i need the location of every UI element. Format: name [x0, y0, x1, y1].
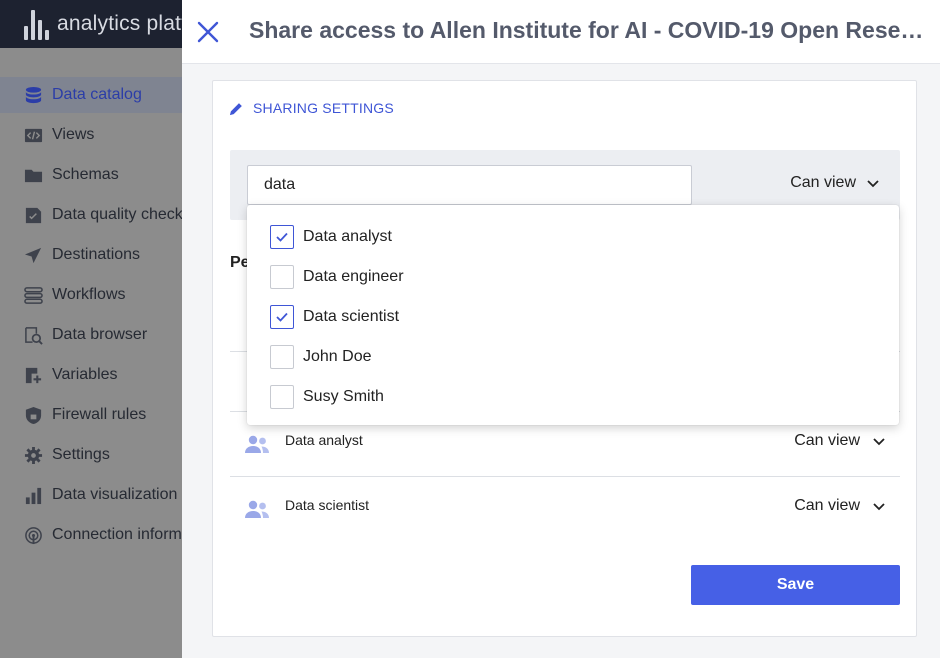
drawer-title: Share access to Allen Institute for AI -…	[249, 17, 934, 43]
app-logo[interactable]: analytics platf	[24, 6, 187, 42]
folder-icon	[24, 166, 43, 185]
logo-text: analytics platf	[57, 12, 188, 35]
sidebar-item-label: Data quality check	[52, 206, 183, 223]
close-button[interactable]	[196, 20, 220, 44]
option-checkbox[interactable]	[270, 305, 294, 329]
checkmark-icon	[276, 232, 288, 242]
workflow-icon	[24, 286, 43, 305]
sidebar-item-label: Workflows	[52, 286, 126, 303]
group-icon	[245, 500, 269, 518]
sidebar-item-firewall-rules[interactable]: Firewall rules	[0, 397, 200, 433]
sidebar-item-label: Connection inform	[52, 526, 182, 543]
sidebar: Data catalog Views Schemas Data quality …	[0, 48, 200, 658]
suggestion-option-john-doe[interactable]: John Doe	[247, 337, 899, 377]
chevron-down-icon	[867, 180, 879, 188]
option-label: Susy Smith	[303, 388, 384, 405]
drawer-header: Share access to Allen Institute for AI -…	[182, 0, 940, 64]
option-checkbox[interactable]	[270, 265, 294, 289]
permission-select-value: Can view	[790, 174, 856, 191]
sidebar-item-workflows[interactable]: Workflows	[0, 277, 200, 313]
gear-icon	[24, 446, 43, 465]
suggestion-option-data-engineer[interactable]: Data engineer	[247, 257, 899, 297]
member-row: Data scientist Can view	[230, 477, 900, 541]
sidebar-item-variables[interactable]: Variables	[0, 357, 200, 393]
sidebar-item-label: Firewall rules	[52, 406, 147, 423]
section-title-text: SHARING SETTINGS	[253, 100, 394, 116]
data-browser-icon	[24, 326, 43, 345]
sidebar-item-label: Variables	[52, 366, 118, 383]
sidebar-item-data-catalog[interactable]: Data catalog	[0, 77, 200, 113]
member-permission-value: Can view	[794, 497, 860, 514]
connection-icon	[24, 526, 43, 545]
sidebar-item-label: Views	[52, 126, 95, 143]
option-label: Data analyst	[303, 228, 392, 245]
code-view-icon	[24, 126, 43, 145]
member-permission-value: Can view	[794, 432, 860, 449]
close-icon	[197, 21, 219, 43]
section-title: SHARING SETTINGS	[229, 100, 394, 116]
sidebar-item-label: Destinations	[52, 246, 141, 263]
sidebar-item-data-visualization[interactable]: Data visualization	[0, 477, 200, 513]
option-label: Data scientist	[303, 308, 400, 325]
option-label: John Doe	[303, 348, 372, 365]
option-checkbox[interactable]	[270, 345, 294, 369]
sidebar-item-views[interactable]: Views	[0, 117, 200, 153]
member-name: Data analyst	[285, 432, 363, 448]
send-icon	[24, 246, 43, 265]
suggestion-option-susy-smith[interactable]: Susy Smith	[247, 377, 899, 417]
checkmark-icon	[276, 312, 288, 322]
chevron-down-icon	[873, 503, 885, 511]
quality-check-icon	[24, 206, 43, 225]
member-permission-select[interactable]: Can view	[794, 497, 886, 515]
sidebar-item-label: Schemas	[52, 166, 119, 183]
share-search-input[interactable]	[247, 165, 692, 205]
chevron-down-icon	[873, 438, 885, 446]
sidebar-item-data-browser[interactable]: Data browser	[0, 317, 200, 353]
sidebar-item-data-quality-check[interactable]: Data quality check	[0, 197, 200, 233]
suggestion-option-data-scientist[interactable]: Data scientist	[247, 297, 899, 337]
option-label: Data engineer	[303, 268, 404, 285]
sidebar-item-label: Settings	[52, 446, 110, 463]
share-suggestions-dropdown: Data analyst Data engineer Data scientis…	[247, 205, 899, 425]
sidebar-item-destinations[interactable]: Destinations	[0, 237, 200, 273]
option-checkbox[interactable]	[270, 225, 294, 249]
logo-bars-icon	[24, 8, 49, 40]
member-permission-select[interactable]: Can view	[794, 432, 886, 450]
permission-select[interactable]: Can view	[790, 174, 880, 192]
database-icon	[24, 86, 43, 105]
sidebar-item-label: Data catalog	[52, 86, 142, 103]
sidebar-item-settings[interactable]: Settings	[0, 437, 200, 473]
sidebar-item-schemas[interactable]: Schemas	[0, 157, 200, 193]
group-icon	[245, 435, 269, 453]
sidebar-item-label: Data visualization	[52, 486, 178, 503]
pencil-icon	[229, 102, 243, 115]
option-checkbox[interactable]	[270, 385, 294, 409]
variables-icon	[24, 366, 43, 385]
member-name: Data scientist	[285, 497, 370, 513]
sidebar-item-connection-information[interactable]: Connection inform	[0, 517, 200, 553]
shield-icon	[24, 406, 43, 425]
bar-chart-icon	[24, 486, 43, 505]
sidebar-item-label: Data browser	[52, 326, 148, 343]
suggestion-option-data-analyst[interactable]: Data analyst	[247, 217, 899, 257]
save-button[interactable]: Save	[691, 565, 900, 605]
